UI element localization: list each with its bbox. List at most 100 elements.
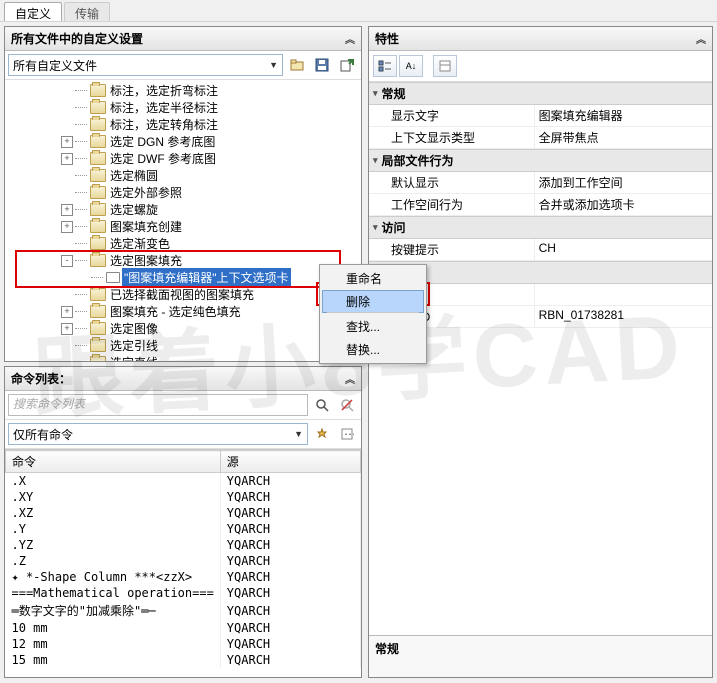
tree-toggle[interactable]: + (61, 323, 73, 335)
tree-toggle (61, 102, 73, 114)
folder-icon (90, 169, 106, 182)
file-combo[interactable]: 所有自定义文件 ▼ (8, 54, 283, 76)
table-row[interactable]: .XYQARCH (6, 473, 361, 490)
search-icon[interactable] (311, 394, 333, 416)
collapse-icon[interactable]: ︽ (696, 31, 706, 46)
tree-toggle[interactable]: - (61, 255, 73, 267)
tree-item[interactable]: 选定外部参照 (7, 184, 359, 201)
command-list-title: 命令列表： (11, 370, 71, 387)
tree-label: 标注，选定折弯标注 (108, 82, 220, 99)
folder-icon (90, 339, 106, 352)
folder-icon (90, 135, 106, 148)
tree-item[interactable]: 标注，选定转角标注 (7, 116, 359, 133)
tree-item[interactable]: 选定引线 (7, 337, 359, 354)
table-row[interactable]: ✦ *-Shape Column ***<zzX>YQARCH (6, 569, 361, 585)
customization-tree[interactable]: 标注，选定折弯标注标注，选定半径标注标注，选定转角标注+选定 DGN 参考底图+… (5, 80, 361, 361)
tree-item[interactable]: + 选定 DGN 参考底图 (7, 133, 359, 150)
folder-icon (90, 254, 106, 267)
new-command-icon[interactable] (311, 423, 333, 445)
folder-icon (90, 288, 106, 301)
menu-delete[interactable]: 删除 (322, 290, 424, 313)
command-table[interactable]: 命令 源 .XYQARCH.XYYQARCH.XZYQARCH.YYQARCH.… (5, 450, 361, 668)
table-row[interactable]: ===Mathematical operation===YQARCH (6, 585, 361, 601)
tree-toggle (61, 238, 73, 250)
command-list-panel: 命令列表： ︽ 搜索命令列表 仅所有命令 ▼ ⋯ 命令 (4, 366, 362, 678)
tree-item[interactable]: 选定椭圆 (7, 167, 359, 184)
svg-text:⋯: ⋯ (344, 427, 354, 441)
tree-toggle (61, 187, 73, 199)
table-row[interactable]: .XZYQARCH (6, 505, 361, 521)
tree-label: 选定 DGN 参考底图 (108, 133, 217, 150)
tree-toggle[interactable]: + (61, 204, 73, 216)
property-row[interactable]: 工作空间行为合并或添加选项卡 (369, 194, 712, 216)
property-row[interactable]: 按键提示CH (369, 239, 712, 261)
tree-item[interactable]: +选定 DWF 参考底图 (7, 150, 359, 167)
table-row[interactable]: .YYQARCH (6, 521, 361, 537)
table-row[interactable]: .YZYQARCH (6, 537, 361, 553)
tree-toggle (61, 357, 73, 362)
tree-toggle[interactable]: + (61, 306, 73, 318)
menu-rename[interactable]: 重命名 (322, 267, 424, 290)
table-row[interactable]: 15 mmYQARCH (6, 652, 361, 668)
tab-transfer[interactable]: 传输 (64, 2, 110, 21)
property-category[interactable]: ▾访问 (369, 216, 712, 239)
tab-customize[interactable]: 自定义 (4, 2, 62, 21)
table-row[interactable]: .ZYQARCH (6, 553, 361, 569)
tree-toggle (61, 289, 73, 301)
clear-search-icon[interactable] (336, 394, 358, 416)
col-command[interactable]: 命令 (6, 451, 221, 473)
tree-label: "图案填充编辑器"上下文选项卡 (122, 268, 291, 287)
tree-item[interactable]: "图案填充编辑器"上下文选项卡 (7, 269, 359, 286)
col-source[interactable]: 源 (220, 451, 360, 473)
command-filter-combo[interactable]: 仅所有命令 ▼ (8, 423, 308, 445)
tree-label: 标注，选定转角标注 (108, 116, 220, 133)
command-search-input[interactable]: 搜索命令列表 (8, 394, 308, 416)
tree-item[interactable]: + 图案填充 - 选定纯色填充 (7, 303, 359, 320)
tree-label: 图案填充 - 选定纯色填充 (108, 303, 243, 320)
property-category[interactable]: ▾局部文件行为 (369, 149, 712, 172)
folder-icon (90, 186, 106, 199)
tree-label: 选定引线 (108, 337, 160, 354)
property-row[interactable]: 上下文显示类型全屏带焦点 (369, 127, 712, 149)
open-icon[interactable] (286, 54, 308, 76)
tree-item[interactable]: 已选择截面视图的图案填充 (7, 286, 359, 303)
collapse-icon[interactable]: ︽ (345, 371, 355, 386)
tree-item[interactable]: 标注，选定折弯标注 (7, 82, 359, 99)
property-row[interactable]: 显示文字图案填充编辑器 (369, 105, 712, 127)
tree-item[interactable]: 选定渐变色 (7, 235, 359, 252)
tree-item[interactable]: 标注，选定半径标注 (7, 99, 359, 116)
property-row[interactable]: 默认显示添加到工作空间 (369, 172, 712, 194)
tree-label: 图案填充创建 (108, 218, 184, 235)
chevron-down-icon: ▼ (294, 429, 303, 439)
tree-toggle[interactable]: + (61, 153, 73, 165)
tree-toggle[interactable]: + (61, 136, 73, 148)
menu-replace[interactable]: 替换... (322, 338, 424, 361)
tree-item[interactable]: - 选定图案填充 (7, 252, 359, 269)
context-menu: 重命名 删除 查找... 替换... (319, 264, 427, 364)
more-icon[interactable]: ⋯ (336, 423, 358, 445)
alphabetical-icon[interactable]: A↓ (399, 55, 423, 77)
table-row[interactable]: ═数字文字的"加减乘除"═─YQARCH (6, 601, 361, 620)
top-tabs: 自定义 传输 (0, 0, 717, 22)
prop-pages-icon[interactable] (433, 55, 457, 77)
save-icon[interactable] (311, 54, 333, 76)
tree-label: 选定图案填充 (108, 252, 184, 269)
tree-label: 选定渐变色 (108, 235, 172, 252)
folder-icon (90, 237, 106, 250)
tree-item[interactable]: + 图案填充创建 (7, 218, 359, 235)
table-row[interactable]: 12 mmYQARCH (6, 636, 361, 652)
export-icon[interactable] (336, 54, 358, 76)
tree-toggle (61, 170, 73, 182)
tree-toggle[interactable]: + (61, 221, 73, 233)
collapse-icon[interactable]: ︽ (345, 31, 355, 46)
tree-item[interactable]: 选定直线 (7, 354, 359, 361)
tree-item[interactable]: +选定图像 (7, 320, 359, 337)
menu-find[interactable]: 查找... (322, 315, 424, 338)
property-category[interactable]: ▾常规 (369, 82, 712, 105)
table-row[interactable]: 10 mmYQARCH (6, 620, 361, 636)
table-row[interactable]: .XYYQARCH (6, 489, 361, 505)
tree-toggle (61, 85, 73, 97)
categorized-icon[interactable] (373, 55, 397, 77)
tree-item[interactable]: +选定螺旋 (7, 201, 359, 218)
tree-label: 选定直线 (108, 354, 160, 361)
